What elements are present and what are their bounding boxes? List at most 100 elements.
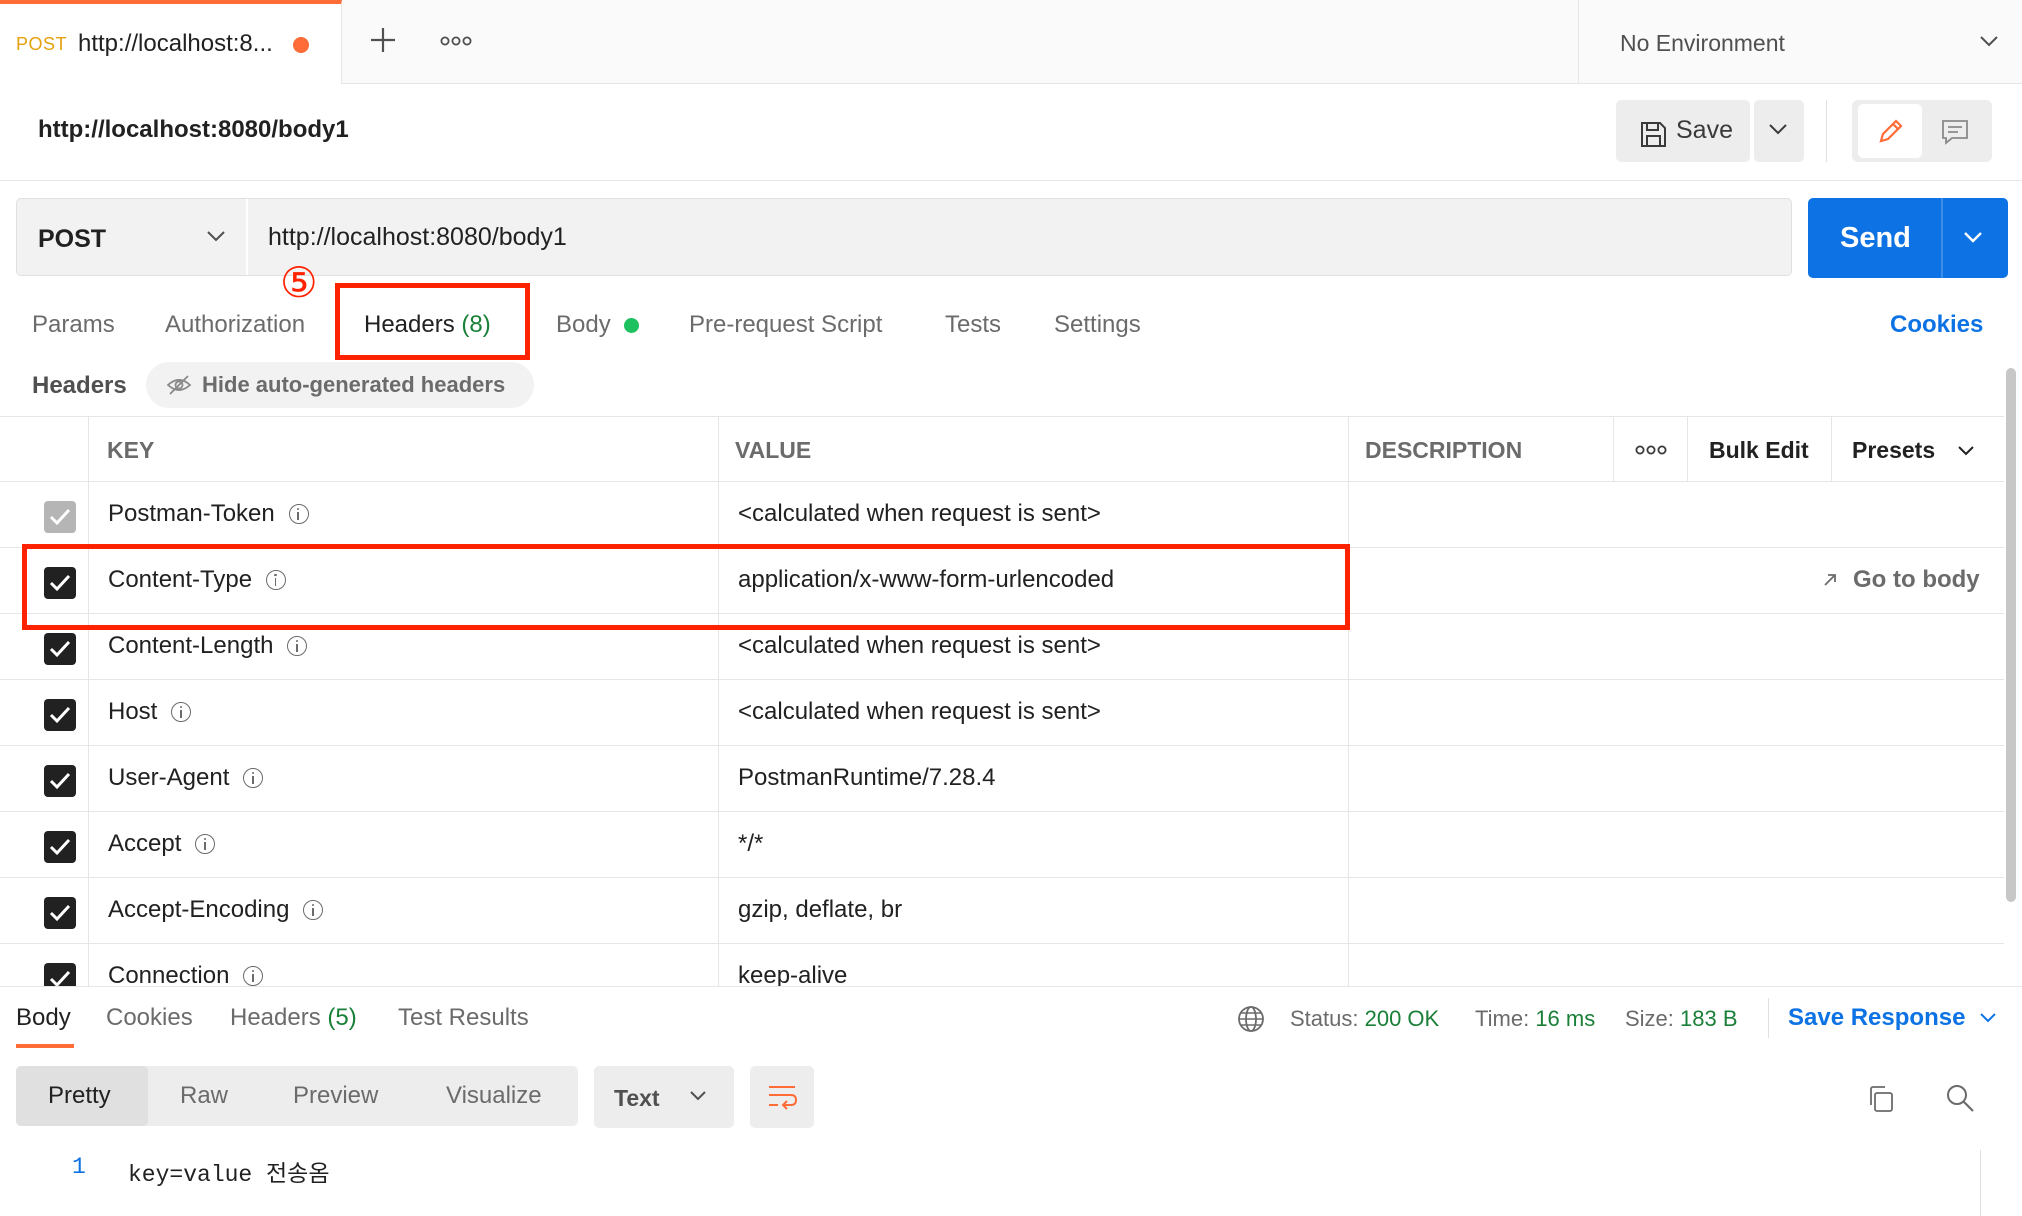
row-key[interactable]: User-Agent — [108, 764, 264, 792]
row-value[interactable]: <calculated when request is sent> — [738, 632, 1101, 660]
table-row: User-Agent PostmanRuntime/7.28.4 — [0, 746, 2004, 812]
row-key[interactable]: Connection — [108, 962, 264, 986]
chevron-down-icon[interactable] — [1978, 34, 2000, 48]
info-icon[interactable] — [171, 702, 192, 722]
chevron-down-icon[interactable] — [1767, 122, 1789, 136]
table-scrollbar[interactable] — [2006, 368, 2016, 902]
search-icon[interactable] — [1944, 1082, 1976, 1114]
table-row: Accept-Encoding gzip, deflate, br — [0, 878, 2004, 944]
bulk-edit-label[interactable]: Bulk Edit — [1709, 437, 1809, 464]
info-icon[interactable] — [287, 636, 308, 656]
row-value[interactable]: */* — [738, 830, 763, 858]
save-response-button[interactable]: Save Response — [1788, 1004, 1965, 1032]
format-pretty-label[interactable]: Pretty — [48, 1082, 111, 1110]
format-raw-button[interactable]: Raw — [180, 1082, 228, 1110]
column-key-label: KEY — [107, 437, 155, 463]
row-checkbox[interactable] — [44, 633, 76, 665]
content-type-row-highlight — [22, 544, 1350, 630]
plus-icon[interactable] — [368, 25, 398, 55]
method-select[interactable]: POST — [38, 225, 106, 254]
check-icon — [49, 904, 71, 922]
tab-pre-request-script[interactable]: Pre-request Script — [689, 311, 882, 339]
status-info: Status: 200 OK — [1290, 1006, 1439, 1032]
copy-icon[interactable] — [1866, 1084, 1896, 1114]
active-tab-indicator — [16, 1044, 74, 1048]
row-checkbox[interactable] — [44, 501, 76, 533]
eye-off-icon[interactable] — [166, 374, 192, 396]
row-checkbox[interactable] — [44, 699, 76, 731]
info-icon[interactable] — [303, 900, 324, 920]
response-body-line[interactable]: key=value 전송옴 — [128, 1154, 330, 1188]
response-tab-headers[interactable]: Headers (5) — [230, 1004, 357, 1032]
send-label[interactable]: Send — [1840, 222, 1911, 255]
wrap-lines-icon[interactable] — [766, 1082, 798, 1112]
tab-settings[interactable]: Settings — [1054, 311, 1141, 339]
chevron-down-icon[interactable] — [1978, 1012, 1998, 1024]
row-checkbox[interactable] — [44, 765, 76, 797]
more-options-icon[interactable] — [1635, 444, 1667, 456]
row-key-text: User-Agent — [108, 764, 230, 791]
globe-icon[interactable] — [1236, 1004, 1266, 1034]
cookies-link[interactable]: Cookies — [1890, 311, 1983, 339]
tab-params[interactable]: Params — [32, 311, 115, 339]
info-icon[interactable] — [288, 504, 309, 524]
hide-auto-generated-headers-label[interactable]: Hide auto-generated headers — [202, 372, 505, 398]
presets-dropdown[interactable]: Presets — [1832, 416, 2004, 482]
tab-method: POST — [16, 34, 68, 54]
divider — [0, 180, 2022, 181]
save-label[interactable]: Save — [1676, 116, 1733, 145]
row-key[interactable]: Content-Length — [108, 632, 308, 660]
row-checkbox-cell — [0, 746, 89, 812]
chevron-down-icon[interactable] — [205, 229, 227, 243]
tab-title[interactable]: http://localhost:8... — [78, 30, 273, 58]
info-icon[interactable] — [195, 834, 216, 854]
editor-scrollbar[interactable] — [1980, 1150, 1981, 1216]
row-value[interactable]: gzip, deflate, br — [738, 896, 902, 924]
bulk-edit-button[interactable]: Bulk Edit — [1688, 416, 1832, 482]
format-visualize-button[interactable]: Visualize — [446, 1082, 542, 1110]
row-checkbox[interactable] — [44, 963, 76, 986]
table-row: Connection keep-alive — [0, 944, 2004, 986]
row-key[interactable]: Accept-Encoding — [108, 896, 324, 924]
response-tab-body[interactable]: Body — [16, 1004, 71, 1032]
row-value-cell[interactable] — [719, 812, 1349, 878]
chevron-down-icon[interactable] — [688, 1090, 708, 1102]
row-checkbox-cell — [0, 878, 89, 944]
row-key[interactable]: Host — [108, 698, 192, 726]
tab-authorization[interactable]: Authorization — [165, 311, 305, 339]
more-options-icon[interactable] — [440, 35, 472, 47]
row-key-text: Connection — [108, 962, 230, 986]
info-icon[interactable] — [243, 768, 264, 788]
row-key[interactable]: Accept — [108, 830, 216, 858]
column-key-header: KEY — [89, 416, 719, 482]
body-indicator-dot-icon — [624, 318, 639, 333]
arrow-up-right-icon[interactable] — [1822, 572, 1838, 588]
tab-tests[interactable]: Tests — [945, 311, 1001, 339]
chevron-down-icon[interactable] — [1962, 230, 1984, 244]
comment-icon[interactable] — [1940, 118, 1970, 146]
tab-body[interactable]: Body — [556, 311, 611, 339]
content-type-label[interactable]: Text — [614, 1085, 660, 1112]
environment-label[interactable]: No Environment — [1620, 30, 1785, 57]
row-value[interactable]: PostmanRuntime/7.28.4 — [738, 764, 995, 792]
row-key[interactable]: Postman-Token — [108, 500, 309, 528]
go-to-body-link[interactable]: Go to body — [1853, 566, 1980, 594]
info-icon[interactable] — [243, 966, 264, 986]
chevron-down-icon[interactable] — [1956, 445, 1976, 457]
column-options-button[interactable] — [1614, 416, 1688, 482]
row-checkbox[interactable] — [44, 897, 76, 929]
format-preview-button[interactable]: Preview — [293, 1082, 378, 1110]
presets-label[interactable]: Presets — [1852, 437, 1935, 464]
response-tab-cookies[interactable]: Cookies — [106, 1004, 193, 1032]
row-checkbox[interactable] — [44, 831, 76, 863]
request-title[interactable]: http://localhost:8080/body1 — [38, 116, 349, 144]
row-value[interactable]: keep-alive — [738, 962, 847, 986]
row-checkbox-cell — [0, 812, 89, 878]
row-value[interactable]: <calculated when request is sent> — [738, 500, 1101, 528]
row-value[interactable]: <calculated when request is sent> — [738, 698, 1101, 726]
line-number: 1 — [72, 1154, 86, 1180]
url-input[interactable] — [268, 220, 1768, 254]
status-value: 200 OK — [1364, 1006, 1440, 1031]
response-tab-test-results[interactable]: Test Results — [398, 1004, 529, 1032]
pencil-icon[interactable] — [1876, 116, 1906, 146]
